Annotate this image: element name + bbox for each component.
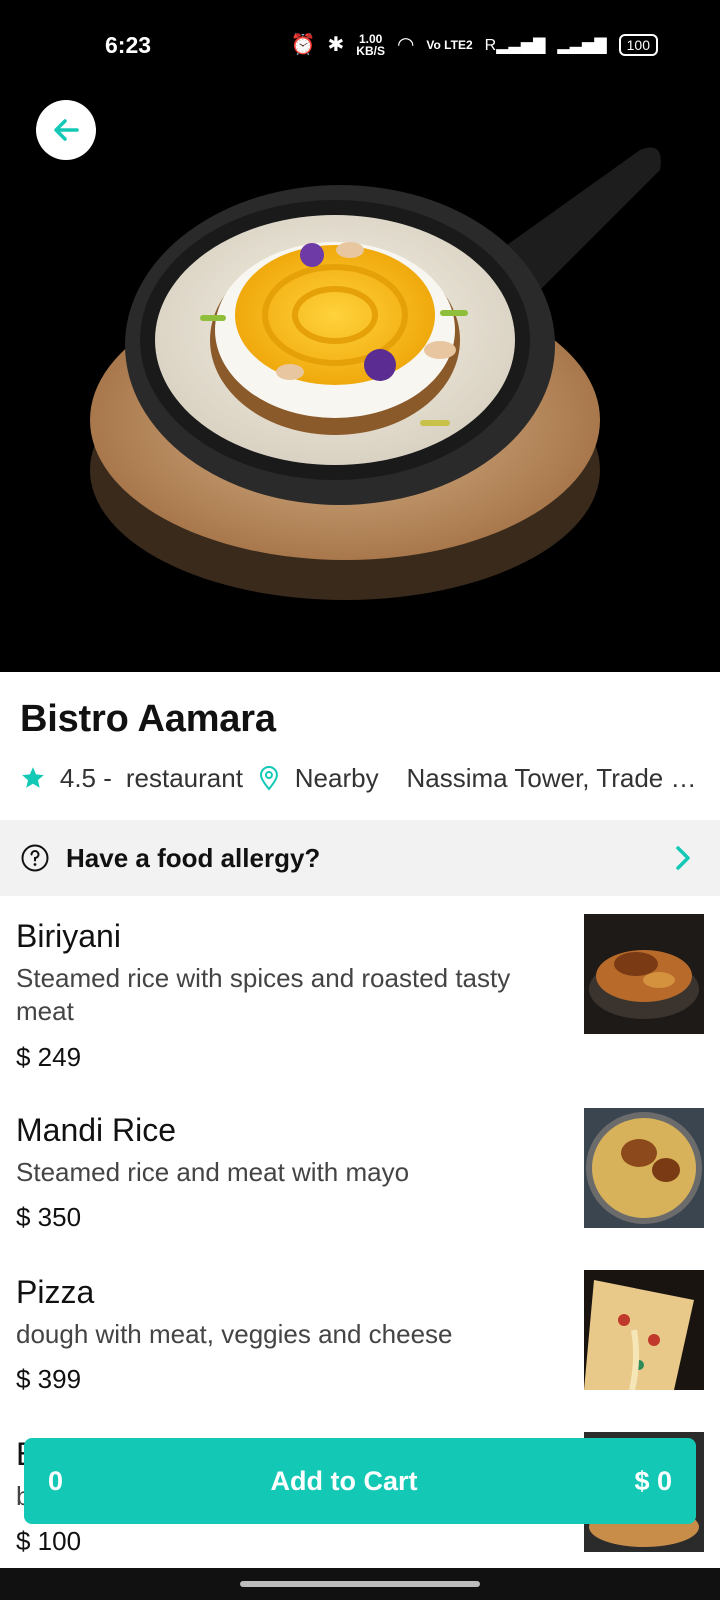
menu-item-description: dough with meat, veggies and cheese <box>16 1319 453 1349</box>
star-icon <box>22 767 44 788</box>
signal-icon-2: ▂▃▅▇ <box>557 36 607 54</box>
add-to-cart-label: Add to Cart <box>270 1466 418 1496</box>
help-circle-icon <box>21 844 49 872</box>
menu-item-name: Mandi Rice <box>16 1112 177 1148</box>
signal-icon: R▂▃▅▇ <box>484 36 546 54</box>
status-icons: ⏰ ✱ 1.00 KB/S ◠ Vo LTE2 R▂▃▅▇ ▂▃▅▇ 100 <box>291 32 658 57</box>
menu-item-name: Biriyani <box>16 918 121 954</box>
alarm-icon: ⏰ <box>290 34 316 56</box>
menu-item-image <box>584 914 704 1034</box>
volte-label: Vo LTE2 <box>426 37 473 52</box>
cart-total: $ 0 <box>634 1466 672 1496</box>
restaurant-meta: 4.5 - restaurant Nearby Nassima Tower, T… <box>20 758 710 798</box>
menu-item-image <box>584 1108 704 1228</box>
menu-item-price: $ 249 <box>16 1042 82 1072</box>
navigation-bar <box>0 1568 720 1600</box>
restaurant-rating: 4.5 - <box>59 762 112 793</box>
food-allergy-row[interactable]: Have a food allergy? <box>0 820 720 896</box>
food-allergy-label: Have a food allergy? <box>66 842 321 873</box>
wifi-icon: ◠ <box>396 34 415 56</box>
hero-image: 6:23 ⏰ ✱ 1.00 KB/S ◠ Vo LTE2 R▂▃▅▇ ▂▃▅▇ 1… <box>0 0 720 672</box>
menu-item[interactable]: Mandi Rice Steamed rice and meat with ma… <box>0 1108 720 1242</box>
menu-item-price: $ 399 <box>16 1364 82 1394</box>
dessert-skillet-image <box>90 147 661 600</box>
back-button[interactable] <box>36 100 96 160</box>
bluetooth-icon: ✱ <box>327 34 345 56</box>
status-bar: 6:23 ⏰ ✱ 1.00 KB/S ◠ Vo LTE2 R▂▃▅▇ ▂▃▅▇ 1… <box>0 0 720 90</box>
add-to-cart-button[interactable]: 0 Add to Cart $ 0 <box>24 1438 696 1524</box>
battery-indicator: 100 <box>618 33 658 56</box>
status-time: 6:23 <box>105 32 152 58</box>
menu-item[interactable]: Biriyani Steamed rice with spices and ro… <box>0 914 720 1078</box>
menu-item[interactable]: Pizza dough with meat, veggies and chees… <box>0 1270 720 1404</box>
back-arrow-icon <box>54 119 79 141</box>
menu-item-name: Pizza <box>16 1274 95 1310</box>
chevron-right-icon <box>676 846 690 870</box>
network-speed: 1.00 KB/S <box>356 31 385 58</box>
menu-item-image <box>584 1270 704 1390</box>
restaurant-type: restaurant <box>125 762 243 793</box>
menu-item-description: Steamed rice with spices and roasted tas… <box>16 963 511 1026</box>
menu-item-price: $ 350 <box>16 1202 82 1232</box>
home-gesture-handle[interactable] <box>240 1581 480 1587</box>
restaurant-distance: Nearby <box>294 762 379 793</box>
restaurant-name: Bistro Aamara <box>20 698 276 740</box>
menu-item-description: Steamed rice and meat with mayo <box>16 1157 410 1187</box>
location-pin-icon <box>259 766 278 791</box>
restaurant-address: Nassima Tower, Trade C... <box>406 762 710 793</box>
menu-item-price: $ 100 <box>16 1526 82 1556</box>
